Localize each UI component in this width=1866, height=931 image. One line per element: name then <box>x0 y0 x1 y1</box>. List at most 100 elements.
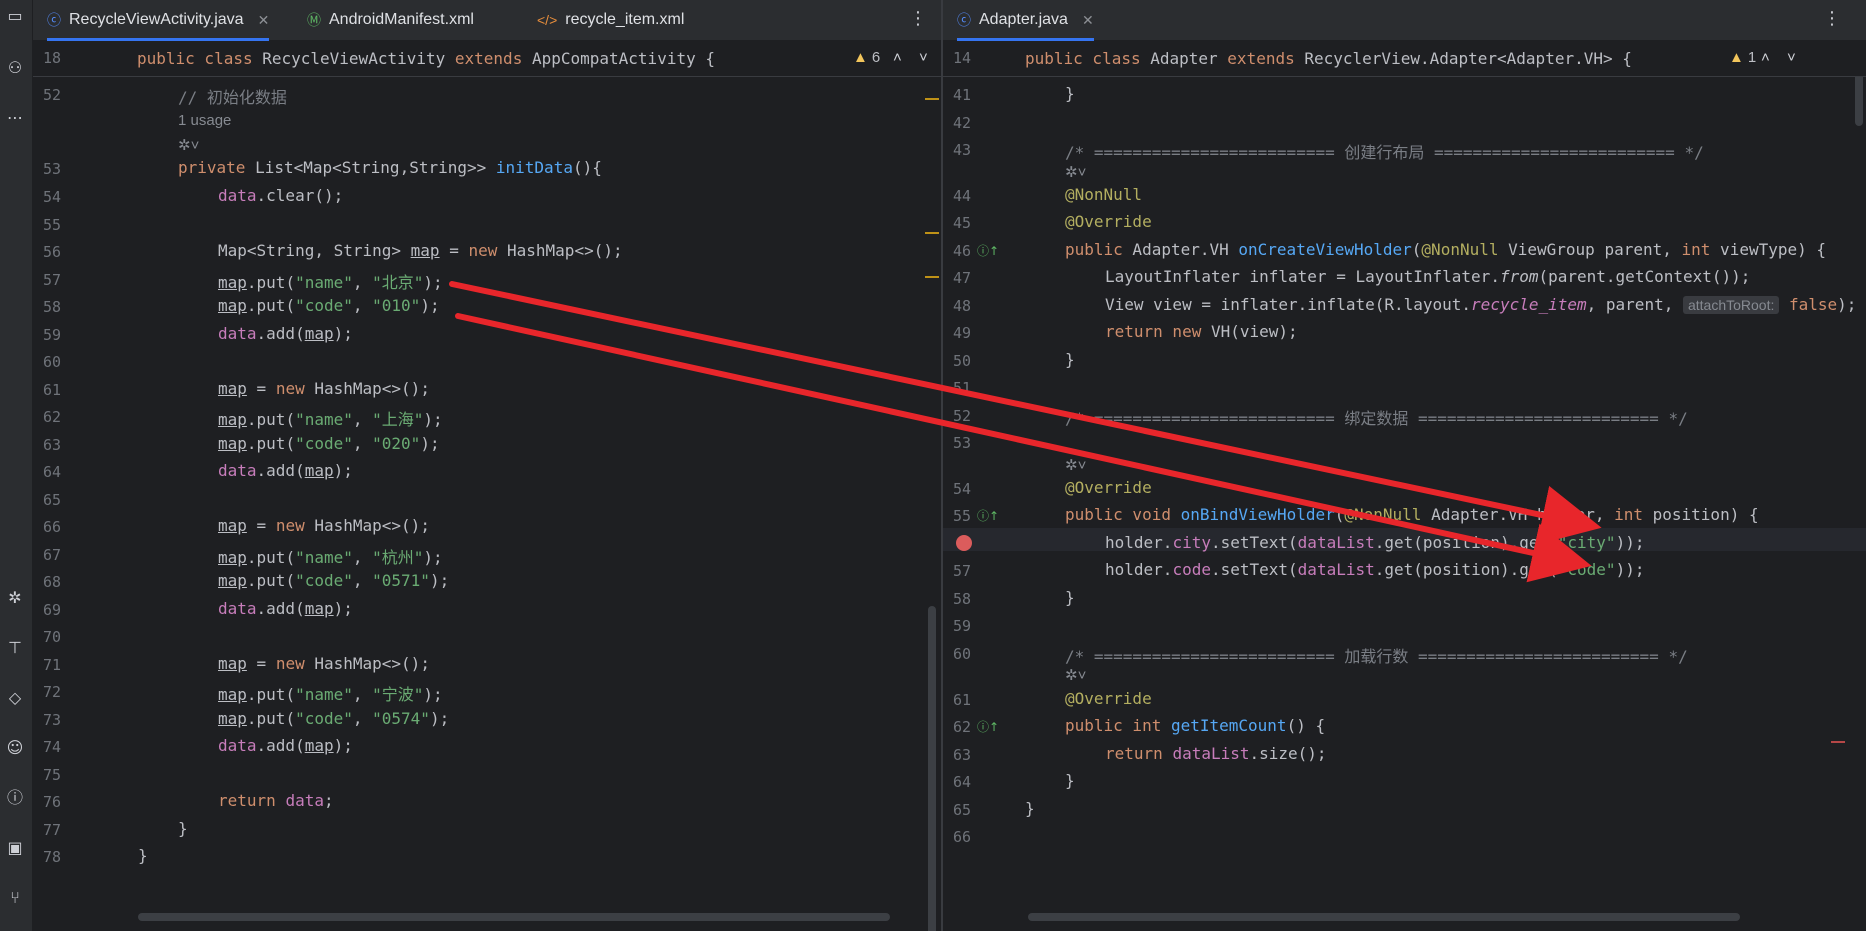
line-number: 78 <box>43 848 62 866</box>
warning-icon: ▲ <box>853 49 868 66</box>
line-number: 18 <box>43 49 62 67</box>
close-icon[interactable]: ✕ <box>1082 12 1094 29</box>
code-line: map = new HashMap<>(); <box>218 654 430 673</box>
left-code-area[interactable]: 52 // 初始化数据 1 usage ✲˅ 53 private List<M… <box>33 76 941 931</box>
logcat-icon[interactable]: ☺ <box>5 738 25 758</box>
code-line: data.add(map); <box>218 324 353 343</box>
tab-recycle-item[interactable]: </> recycle_item.xml <box>537 0 684 40</box>
line-number: 62 <box>43 408 62 426</box>
chevron-down-icon[interactable]: ˅ <box>919 49 928 66</box>
warning-count[interactable]: ▲ 6 <box>853 49 880 66</box>
chevron-up-icon[interactable]: ˄ <box>893 49 902 66</box>
line-number: 76 <box>43 793 62 811</box>
ai-assist-icon[interactable]: ✲˅ <box>178 136 199 154</box>
line-number: 69 <box>43 601 62 619</box>
line-number: 53 <box>43 160 62 178</box>
ai-assist-icon[interactable]: ✲˅ <box>1065 666 1086 684</box>
code-line: public class Adapter extends RecyclerVie… <box>1025 49 1632 68</box>
tab-recycleviewactivity[interactable]: ⓒ RecycleViewActivity.java ✕ <box>47 0 270 41</box>
code-line: data.add(map); <box>218 599 353 618</box>
problems-icon[interactable]: ⓘ <box>5 788 25 808</box>
vertical-scrollbar[interactable] <box>928 606 936 931</box>
horizontal-scrollbar[interactable] <box>1028 913 1740 921</box>
line-number: 63 <box>43 436 62 454</box>
warning-icon: ▲ <box>1729 49 1744 66</box>
line-number: 68 <box>43 573 62 591</box>
line-number: 67 <box>43 546 62 564</box>
code-line: map.put("code", "010"); <box>218 296 440 315</box>
line-number: 57 <box>43 271 62 289</box>
code-line: /* ========================= 创建行布局 =====… <box>1065 143 1704 162</box>
folder-icon[interactable]: ▭ <box>5 6 25 26</box>
code-line: } <box>138 846 148 865</box>
ai-assist-icon[interactable]: ✲˅ <box>1065 163 1086 181</box>
tab-options-icon[interactable]: ⋮ <box>1823 8 1841 29</box>
line-number: 77 <box>43 821 62 839</box>
tab-adapter[interactable]: ⓒ Adapter.java ✕ <box>957 0 1094 41</box>
implements-icon[interactable]: ⓘ↑ <box>977 507 999 524</box>
breakpoint-icon[interactable] <box>956 535 972 551</box>
line-number: 61 <box>43 381 62 399</box>
gem-icon[interactable]: ◇ <box>5 688 25 708</box>
warning-stripe[interactable] <box>925 276 939 278</box>
code-line: map.put("name", "北京"); <box>218 273 443 292</box>
line-number: 59 <box>953 617 972 635</box>
line-number: 58 <box>953 590 972 608</box>
sticky-class-header: 14 public class Adapter extends Recycler… <box>943 41 1866 77</box>
line-number: 43 <box>953 141 972 159</box>
code-line: holder.code.setText(dataList.get(positio… <box>1105 560 1645 579</box>
line-number: 64 <box>43 463 62 481</box>
implements-icon[interactable]: ⓘ↑ <box>977 718 999 735</box>
more-icon[interactable]: ⋯ <box>5 108 25 128</box>
tab-options-icon[interactable]: ⋮ <box>909 8 927 29</box>
chevron-up-icon[interactable]: ˄ <box>1761 49 1770 66</box>
tool-sidebar: ▭ ⚇ ⋯ ✲ ⊤ ◇ ☺ ⓘ ▣ ⑂ <box>0 0 33 931</box>
ai-assist-icon[interactable]: ✲˅ <box>1065 456 1086 474</box>
code-line: map.put("name", "杭州"); <box>218 548 443 567</box>
line-number: 65 <box>953 801 972 819</box>
build-icon[interactable]: ⊤ <box>5 638 25 658</box>
code-line: LayoutInflater inflater = LayoutInflater… <box>1105 267 1751 286</box>
warning-count[interactable]: ▲ 1 <box>1729 49 1756 66</box>
structure-icon[interactable]: ⚇ <box>5 58 25 78</box>
error-stripe[interactable] <box>1831 741 1845 743</box>
right-code-area[interactable]: 41 } 42 43 /* ========================= … <box>943 56 1866 931</box>
code-line: } <box>1025 799 1035 818</box>
implements-icon[interactable]: ⓘ↑ <box>977 242 999 259</box>
code-line: } <box>1065 771 1075 790</box>
code-line: map.put("code", "0571"); <box>218 571 450 590</box>
right-tab-bar: ⓒ Adapter.java ✕ ⋮ <box>943 0 1866 41</box>
close-icon[interactable]: ✕ <box>258 12 270 29</box>
code-line: return dataList.size(); <box>1105 744 1327 763</box>
warning-stripe[interactable] <box>925 232 939 234</box>
line-number: 71 <box>43 656 62 674</box>
vcs-icon[interactable]: ⑂ <box>5 888 25 908</box>
code-line: } <box>178 819 188 838</box>
line-number: 74 <box>43 738 62 756</box>
chevron-down-icon[interactable]: ˅ <box>1787 49 1796 66</box>
code-line: Map<String, String> map = new HashMap<>(… <box>218 241 623 260</box>
code-line: map.put("name", "上海"); <box>218 410 443 429</box>
line-number: 51 <box>953 379 972 397</box>
tab-androidmanifest[interactable]: Ⓜ AndroidManifest.xml <box>307 0 474 40</box>
code-line: @Override <box>1065 212 1152 231</box>
line-number: 60 <box>43 353 62 371</box>
code-line: } <box>1065 588 1075 607</box>
code-line: return data; <box>218 791 334 810</box>
line-number: 63 <box>953 746 972 764</box>
code-line: data.clear(); <box>218 186 344 205</box>
horizontal-scrollbar[interactable] <box>138 913 890 921</box>
right-editor-pane: ⓒ Adapter.java ✕ ⋮ 14 public class Adapt… <box>943 0 1866 931</box>
warning-stripe[interactable] <box>925 98 939 100</box>
line-number: 49 <box>953 324 972 342</box>
line-number: 48 <box>953 297 972 315</box>
line-number: 45 <box>953 214 972 232</box>
tab-label: Adapter.java <box>979 11 1068 28</box>
debug-icon[interactable]: ✲ <box>5 588 25 608</box>
code-line: @Override <box>1065 689 1152 708</box>
left-tab-bar: ⓒ RecycleViewActivity.java ✕ Ⓜ AndroidMa… <box>33 0 941 41</box>
terminal-icon[interactable]: ▣ <box>5 838 25 858</box>
line-number: 65 <box>43 491 62 509</box>
usage-hint[interactable]: 1 usage <box>178 112 231 129</box>
tab-label: AndroidManifest.xml <box>329 11 474 28</box>
